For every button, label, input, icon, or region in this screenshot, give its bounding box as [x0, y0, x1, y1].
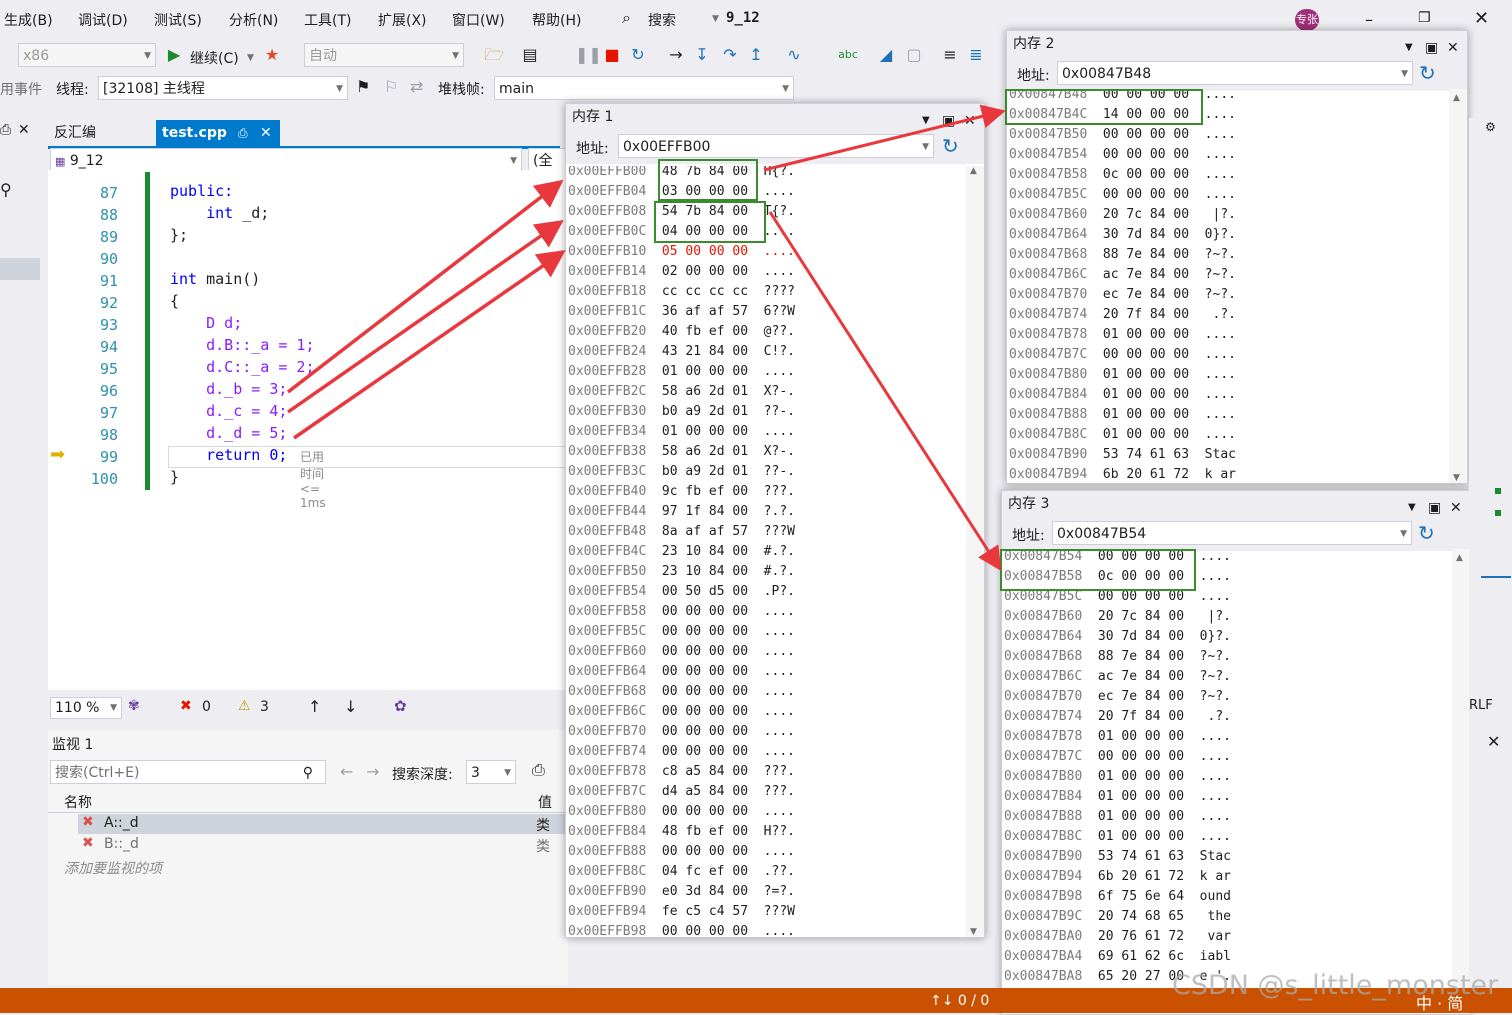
watermark: CSDN @s_little_monster	[1172, 970, 1499, 1001]
arrow-d-to-mem1	[293, 250, 566, 440]
arrow-vbptr-c	[768, 211, 1002, 572]
arrow-b-to-mem1	[286, 179, 564, 394]
arrow-c-to-mem1	[287, 220, 564, 414]
arrow-vbptr-b	[763, 104, 1006, 172]
line-count[interactable]: ↑↓ 0 / 0	[930, 993, 989, 1009]
annotation-arrows	[286, 104, 1006, 572]
